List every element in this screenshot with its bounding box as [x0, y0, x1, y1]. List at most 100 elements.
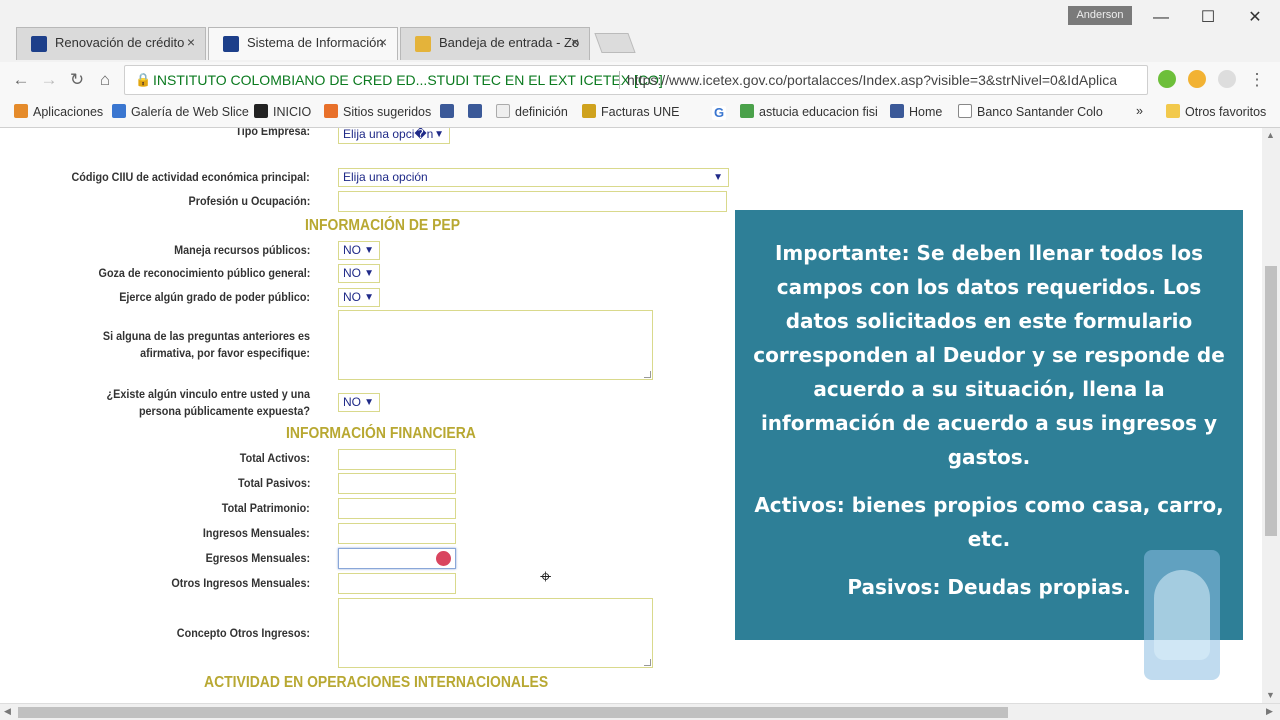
autofill-badge-icon[interactable]	[436, 551, 451, 566]
extension-orange-icon[interactable]	[1188, 70, 1206, 88]
close-tab-icon[interactable]: ×	[379, 34, 387, 50]
select-value: Elija una opción	[343, 170, 428, 184]
site-identity: INSTITUTO COLOMBIANO DE CRED ED...STUDI …	[153, 72, 663, 88]
mouse-cursor-icon: ⌖	[540, 566, 552, 588]
bookmark-label: Galería de Web Slice	[131, 105, 249, 119]
url-text: https://www.icetex.gov.co/portalacces/In…	[627, 72, 1117, 88]
especifique-textarea[interactable]	[338, 310, 653, 380]
address-bar[interactable]: 🔒 INSTITUTO COLOMBIANO DE CRED ED...STUD…	[124, 65, 1148, 95]
browser-chrome: Renovación de crédito × Sistema de Infor…	[0, 0, 1280, 128]
bookmark-inicio[interactable]: INICIO	[254, 104, 311, 119]
back-icon[interactable]: ←	[10, 69, 32, 91]
overlay-paragraph-activos: Activos: bienes propios como casa, carro…	[754, 493, 1224, 551]
scroll-down-icon[interactable]: ▼	[1266, 690, 1275, 700]
resize-grip-icon[interactable]	[644, 371, 651, 378]
close-tab-icon[interactable]: ×	[571, 34, 579, 50]
horizontal-scroll-thumb[interactable]	[18, 707, 1008, 718]
goza-reconocimiento-select[interactable]: NO ▼	[338, 264, 380, 283]
dropdown-arrow-icon: ▼	[364, 245, 374, 256]
bookmark-definicion[interactable]: definición	[496, 104, 568, 119]
folder-icon	[1166, 104, 1180, 118]
overlay-paragraph-importante: Importante: Se deben llenar todos los ca…	[753, 241, 1225, 469]
ingresos-mensuales-input[interactable]	[338, 523, 456, 544]
tipo-empresa-select[interactable]: Elija una opci�n ▼	[338, 128, 450, 144]
bookmark-google[interactable]: G	[712, 104, 731, 120]
select-value: NO	[343, 243, 361, 257]
lock-icon: 🔒	[135, 72, 152, 87]
home-icon[interactable]: ⌂	[94, 69, 116, 91]
profesion-input[interactable]	[338, 191, 727, 212]
concepto-otros-ingresos-textarea[interactable]	[338, 598, 653, 668]
bookmark-facebook-1[interactable]	[440, 104, 459, 119]
vinculo-select[interactable]: NO ▼	[338, 393, 380, 412]
extension-green-icon[interactable]	[1158, 70, 1176, 88]
bookmark-label: Aplicaciones	[33, 105, 104, 119]
dropdown-arrow-icon: ▼	[364, 292, 374, 303]
tab-title: Sistema de Información	[247, 35, 384, 50]
ingresos-mensuales-label: Ingresos Mensuales:	[203, 526, 310, 540]
financiera-section-heading: INFORMACIÓN FINANCIERA	[286, 425, 476, 442]
profile-badge[interactable]: Anderson	[1068, 6, 1132, 25]
ciiu-select[interactable]: Elija una opción ▼	[338, 168, 729, 187]
tab-sistema-informacion[interactable]: Sistema de Información ×	[208, 27, 398, 60]
dropdown-arrow-icon: ▼	[364, 268, 374, 279]
bookmark-apps[interactable]: Aplicaciones	[14, 104, 103, 119]
close-window-icon[interactable]: ✕	[1244, 8, 1266, 28]
mail-favicon-icon	[415, 36, 431, 52]
egresos-mensuales-label: Egresos Mensuales:	[205, 551, 310, 565]
egresos-mensuales-input[interactable]	[338, 548, 456, 569]
facebook-icon	[468, 104, 482, 118]
bookmark-otros-favoritos[interactable]: Otros favoritos	[1166, 104, 1266, 119]
reload-icon[interactable]: ↻	[66, 69, 88, 91]
bookmark-web-slice[interactable]: Galería de Web Slice	[112, 104, 249, 119]
total-pasivos-label: Total Pasivos:	[237, 476, 310, 490]
scroll-up-icon[interactable]: ▲	[1266, 130, 1275, 140]
tab-bandeja-entrada[interactable]: Bandeja de entrada - Zo ×	[400, 27, 590, 60]
apps-grid-icon	[14, 104, 28, 118]
facebook-icon	[890, 104, 904, 118]
menu-icon[interactable]: ⋮	[1246, 69, 1268, 91]
total-pasivos-input[interactable]	[338, 473, 456, 494]
scroll-right-icon[interactable]: ▶	[1266, 706, 1273, 717]
otros-ingresos-input[interactable]	[338, 573, 456, 594]
vertical-scroll-thumb[interactable]	[1265, 266, 1277, 536]
vinculo-label: ¿Existe algún vinculo entre usted y una …	[106, 387, 310, 418]
forward-icon[interactable]: →	[38, 69, 60, 91]
internacional-section-heading: ACTIVIDAD EN OPERACIONES INTERNACIONALES	[204, 674, 549, 691]
maximize-icon[interactable]: ☐	[1197, 8, 1219, 28]
resize-grip-icon[interactable]	[644, 659, 651, 666]
vertical-scrollbar[interactable]: ▲ ▼	[1262, 128, 1280, 703]
bookmark-astucia[interactable]: astucia educacion fisi	[740, 104, 878, 119]
bookmark-label: Home	[909, 105, 943, 119]
bookmark-sitios-sugeridos[interactable]: Sitios sugeridos	[324, 104, 431, 119]
maneja-recursos-select[interactable]: NO ▼	[338, 241, 380, 260]
new-tab-button[interactable]	[594, 33, 636, 53]
especifique-label: Si alguna de las preguntas anteriores es…	[102, 329, 310, 360]
minimize-icon[interactable]: —	[1150, 8, 1172, 28]
bookmark-facturas-une[interactable]: Facturas UNE	[582, 104, 680, 119]
suggested-sites-icon	[324, 104, 338, 118]
total-patrimonio-input[interactable]	[338, 498, 456, 519]
total-activos-input[interactable]	[338, 449, 456, 470]
select-value: Elija una opci�n	[343, 128, 434, 141]
bookmark-santander[interactable]: Banco Santander Colo	[958, 104, 1103, 119]
more-bookmarks-chevron[interactable]: »	[1136, 104, 1143, 118]
divider	[619, 71, 620, 89]
select-value: NO	[343, 395, 361, 409]
page-icon	[958, 104, 972, 118]
scroll-left-icon[interactable]: ◀	[4, 706, 11, 717]
facturas-icon	[582, 104, 596, 118]
profesion-label: Profesión u Ocupación:	[188, 194, 310, 208]
bookmark-facebook-2[interactable]	[468, 104, 487, 119]
extension-grey-icon[interactable]	[1218, 70, 1236, 88]
dropdown-arrow-icon: ▼	[434, 129, 444, 140]
dropdown-arrow-icon: ▼	[713, 172, 723, 183]
horizontal-scrollbar[interactable]: ◀ ▶	[0, 703, 1280, 720]
bookmark-home[interactable]: Home	[890, 104, 942, 119]
goza-reconocimiento-label: Goza de reconocimiento público general:	[98, 266, 310, 280]
ejerce-poder-select[interactable]: NO ▼	[338, 288, 380, 307]
tab-renovacion[interactable]: Renovación de crédito ×	[16, 27, 206, 60]
bookmarks-bar: Aplicaciones Galería de Web Slice INICIO…	[0, 98, 1280, 128]
bookmark-label: Sitios sugeridos	[343, 105, 432, 119]
close-tab-icon[interactable]: ×	[187, 34, 195, 50]
